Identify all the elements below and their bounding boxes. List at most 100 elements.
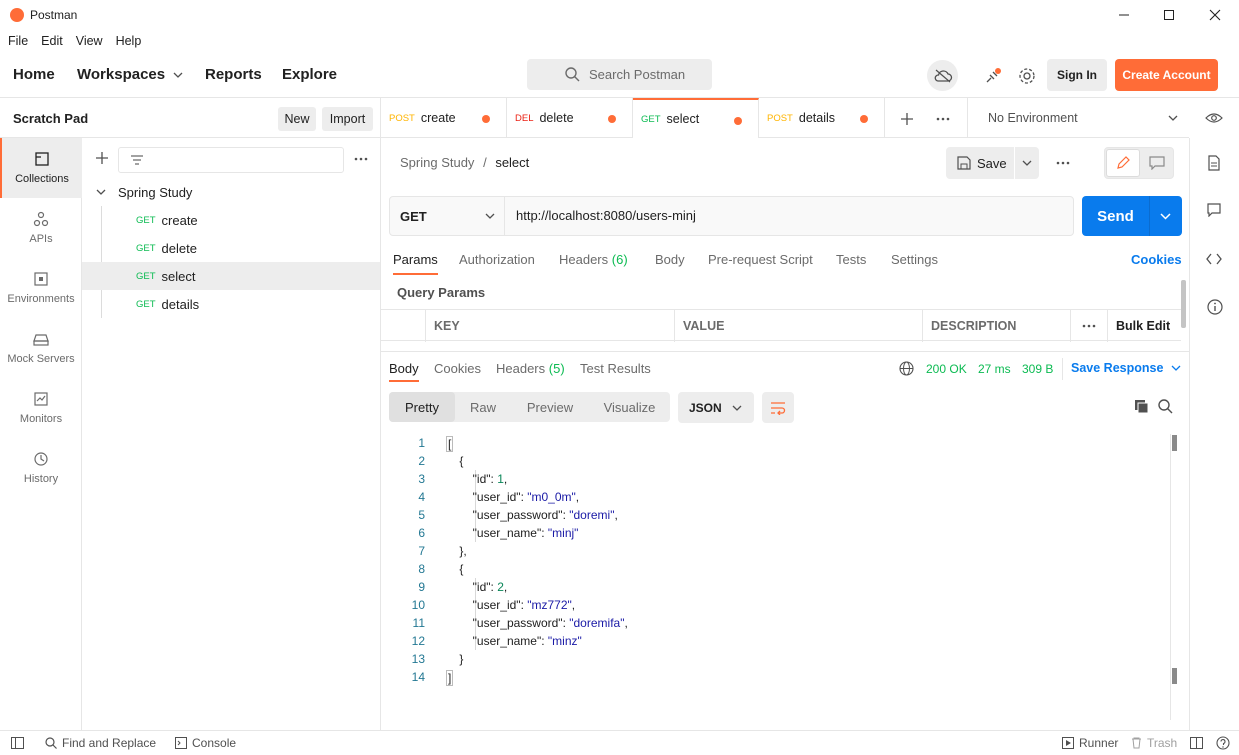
gear-icon [1018,67,1035,84]
response-tab-headers[interactable]: Headers (5) [496,361,565,376]
save-options-button[interactable] [1015,147,1039,179]
info-icon[interactable] [1207,299,1223,315]
response-time[interactable]: 27 ms [978,362,1011,376]
response-tab-cookies[interactable]: Cookies [434,361,481,376]
toggle-sidebar-icon[interactable] [11,737,24,749]
method-badge: GET [136,214,156,226]
scrollbar-thumb[interactable] [1181,280,1186,328]
request-item-details[interactable]: GET details [82,290,380,318]
view-raw[interactable]: Raw [455,392,511,422]
nav-home[interactable]: Home [13,66,55,83]
code-icon[interactable] [1206,252,1222,266]
chevron-down-icon[interactable] [1160,213,1171,220]
mock-servers-icon [33,334,49,346]
nav-workspaces[interactable]: Workspaces [77,66,183,83]
filter-input[interactable] [118,147,344,173]
method-select[interactable]: GET [390,197,505,235]
editor-scrollbar-thumb[interactable] [1172,668,1177,684]
tab-details[interactable]: POST details [759,98,885,138]
edit-mode-button[interactable] [1106,149,1140,177]
tab-headers[interactable]: Headers (6) [559,252,628,267]
menu-help[interactable]: Help [116,34,142,48]
search-input[interactable]: Search Postman [527,59,712,90]
line-number: 4 [418,490,425,504]
sidebar-item-apis[interactable]: APIs [0,198,82,258]
save-button[interactable]: Save [946,147,1014,179]
tab-body[interactable]: Body [655,252,685,267]
menu-edit[interactable]: Edit [41,34,63,48]
bulk-edit-button[interactable]: Bulk Edit [1107,310,1181,342]
sidebar-item-history[interactable]: History [0,438,82,498]
menu-view[interactable]: View [76,34,103,48]
column-options[interactable] [1070,310,1107,342]
interceptor-button[interactable] [977,60,1008,91]
url-input[interactable]: http://localhost:8080/users-minj [516,208,696,223]
find-replace-button[interactable]: Find and Replace [45,736,156,750]
minimize-button[interactable] [1101,0,1147,30]
comments-icon[interactable] [1207,203,1221,217]
response-size[interactable]: 309 B [1022,362,1053,376]
maximize-button[interactable] [1146,0,1192,30]
two-pane-icon[interactable] [1190,737,1203,749]
collection-spring-study[interactable]: Spring Study [82,178,380,206]
send-button[interactable]: Send [1082,196,1182,236]
tab-delete[interactable]: DEL delete [507,98,633,138]
request-item-delete[interactable]: GET delete [82,234,380,262]
add-collection-icon[interactable] [95,151,109,165]
sync-status-button[interactable] [927,60,958,91]
cookies-link[interactable]: Cookies [1131,252,1182,267]
environment-label: No Environment [988,111,1078,125]
nav-explore[interactable]: Explore [282,66,337,83]
request-name: details [161,296,200,312]
copy-icon[interactable] [1134,399,1149,414]
trash-button[interactable]: Trash [1131,736,1177,750]
request-options-icon[interactable] [1056,161,1070,165]
tab-select[interactable]: GET select [633,98,759,138]
settings-button[interactable] [1011,60,1042,91]
view-preview[interactable]: Preview [511,392,589,422]
tab-params[interactable]: Params [393,252,438,275]
help-icon[interactable] [1216,736,1230,750]
new-button[interactable]: New [278,107,316,131]
globe-icon[interactable] [899,361,914,376]
save-response-button[interactable]: Save Response [1071,361,1181,375]
sidebar-item-collections[interactable]: Collections [0,138,82,198]
code-line: "user_password": "doremi", [472,508,618,522]
tab-authorization[interactable]: Authorization [459,252,535,267]
nav-reports[interactable]: Reports [205,66,262,83]
documentation-icon[interactable] [1208,155,1220,171]
response-tab-body[interactable]: Body [389,361,419,382]
new-tab-icon[interactable] [900,112,914,126]
response-tab-test-results[interactable]: Test Results [580,361,651,376]
tab-pre-request-script[interactable]: Pre-request Script [708,252,813,267]
menu-file[interactable]: File [8,34,28,48]
editor-scrollbar-thumb[interactable] [1172,435,1177,451]
breadcrumb-parent[interactable]: Spring Study [400,155,474,170]
sidebar-item-environments[interactable]: Environments [0,258,82,318]
sidebar-item-monitors[interactable]: Monitors [0,378,82,438]
view-pretty[interactable]: Pretty [389,392,455,422]
request-item-create[interactable]: GET create [82,206,380,234]
tab-options-icon[interactable] [936,117,950,121]
view-visualize[interactable]: Visualize [589,392,670,422]
format-select[interactable]: JSON [678,392,754,423]
breadcrumb-current[interactable]: select [495,155,529,170]
status-code[interactable]: 200 OK [926,362,967,376]
request-item-select[interactable]: GET select [82,262,380,290]
sign-in-button[interactable]: Sign In [1047,59,1107,91]
sidebar-item-mock-servers[interactable]: Mock Servers [0,318,82,378]
more-options-icon[interactable] [354,157,368,161]
runner-button[interactable]: Runner [1062,736,1118,750]
tab-tests[interactable]: Tests [836,252,866,267]
wrap-lines-button[interactable] [762,392,794,423]
tab-create[interactable]: POST create [381,98,507,138]
import-button[interactable]: Import [322,107,373,131]
environment-select[interactable]: No Environment [968,98,1189,138]
comment-mode-icon[interactable] [1149,156,1165,170]
console-button[interactable]: Console [175,736,236,750]
close-button[interactable] [1192,0,1238,30]
search-icon[interactable] [1158,399,1173,414]
create-account-button[interactable]: Create Account [1115,59,1218,91]
eye-icon[interactable] [1205,112,1223,124]
tab-settings[interactable]: Settings [891,252,938,267]
